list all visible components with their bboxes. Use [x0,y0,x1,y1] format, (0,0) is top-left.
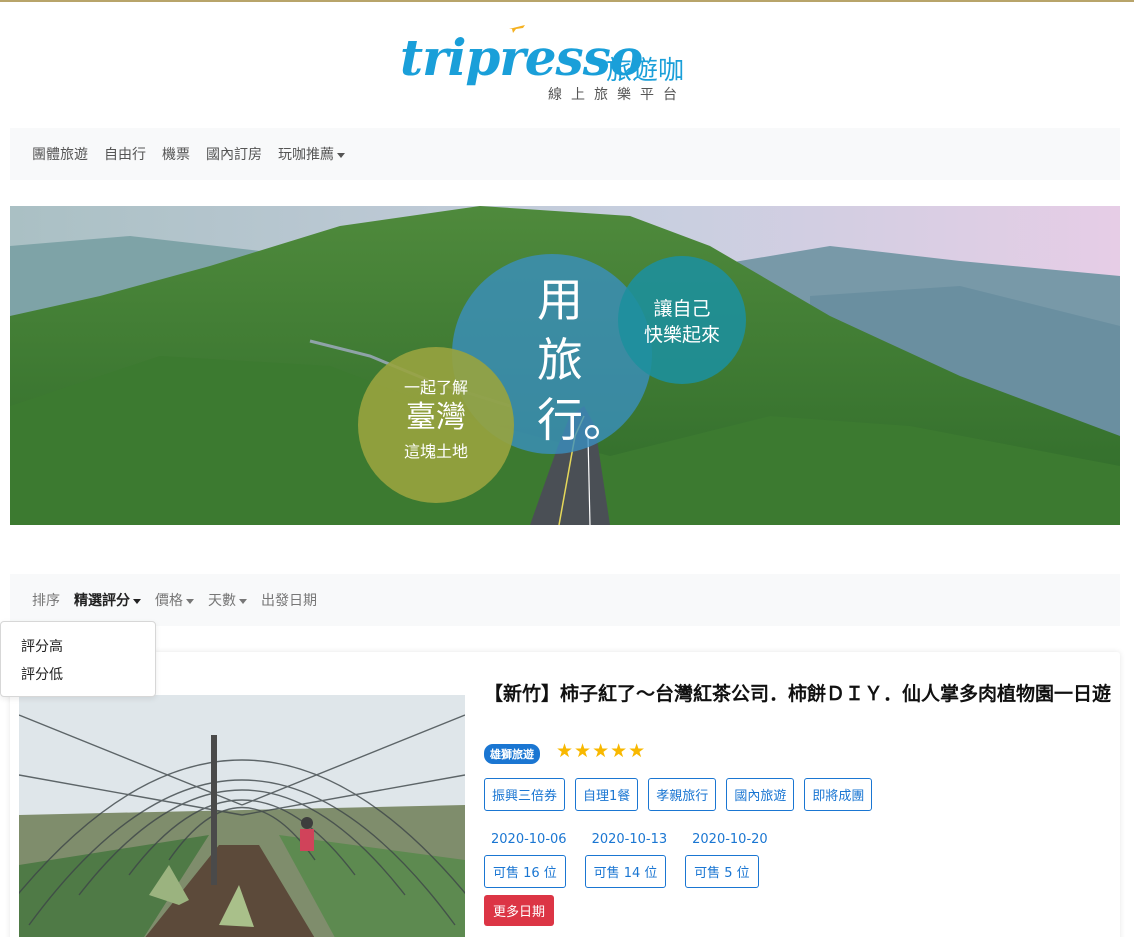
nav-item-group-tour[interactable]: 團體旅遊 [32,144,88,164]
departure-date: 2020-10-13 [591,832,668,847]
tag-meal[interactable]: 自理1餐 [575,778,639,811]
caret-down-icon [133,598,141,604]
tour-card[interactable]: 【新竹】柿子紅了～台灣紅茶公司．柿餅ＤＩＹ．仙人掌多肉植物園一日遊 雄獅旅遊 ★… [10,652,1120,937]
tour-image[interactable] [19,695,465,937]
banner-right-line1: 讓自己 [653,298,711,320]
sort-bar: 排序 精選評分 價格 天數 出發日期 [10,574,1120,626]
departure-date: 2020-10-20 [692,832,768,847]
rating-stars: ★★★★★ [556,740,647,762]
departure-date: 2020-10-06 [491,832,567,847]
caret-down-icon [239,598,247,604]
nav-item-independent[interactable]: 自由行 [104,144,146,164]
menu-item-rating-low[interactable]: 評分低 [1,660,155,688]
nav-item-flights[interactable]: 機票 [162,144,190,164]
banner-left-text: 一起了解 臺灣 這塊土地 [388,374,484,462]
hero-banner[interactable]: 用 旅 行。 讓自己 快樂起來 一起了解 臺灣 這塊土地 [10,206,1120,525]
availability-button[interactable]: 可售 5 位 [685,855,759,888]
banner-left-line3: 這塊土地 [403,442,468,461]
banner-left-line2: 臺灣 [406,400,466,435]
banner-main-char-2: 旅 [537,333,583,387]
date-option: 2020-10-20 可售 5 位 [685,832,768,888]
tour-tags: 振興三倍券 自理1餐 孝親旅行 國內旅遊 即將成團 [484,778,882,811]
rating-sort-menu: 評分高 評分低 [0,621,156,697]
sort-label: 排序 [32,593,60,609]
date-option: 2020-10-06 可售 16 位 [484,832,567,888]
date-option: 2020-10-13 可售 14 位 [584,832,668,888]
tour-title[interactable]: 【新竹】柿子紅了～台灣紅茶公司．柿餅ＤＩＹ．仙人掌多肉植物園一日遊 [484,682,1114,706]
nav-item-hotels[interactable]: 國內訂房 [206,144,262,164]
caret-down-icon [186,598,194,604]
availability-button[interactable]: 可售 16 位 [484,855,566,888]
more-dates-button[interactable]: 更多日期 [484,895,555,926]
top-accent-line [0,0,1134,2]
caret-down-icon [337,152,345,158]
agency-badge: 雄獅旅遊 [484,744,540,764]
sort-departure[interactable]: 出發日期 [261,590,317,610]
departure-dates: 2020-10-06 可售 16 位 2020-10-13 可售 14 位 20… [484,832,786,888]
banner-main-char-3: 行。 [537,393,629,447]
sort-price-dropdown[interactable]: 價格 [155,590,194,610]
nav-recommend-label: 玩咖推薦 [278,147,334,163]
menu-item-rating-high[interactable]: 評分高 [1,632,155,660]
tag-confirmed-soon[interactable]: 即將成團 [804,778,873,811]
banner-main-text: 用 旅 行。 [537,270,629,450]
availability-button[interactable]: 可售 14 位 [584,855,667,888]
site-logo[interactable]: tripresso 旅遊咖 線上旅樂平台 [400,22,700,108]
sort-rating-label: 精選評分 [74,593,130,609]
sort-days-label: 天數 [208,593,236,609]
logo-chinese-name: 旅遊咖 [606,56,685,86]
banner-right-line2: 快樂起來 [643,324,720,346]
nav-item-recommend-dropdown[interactable]: 玩咖推薦 [278,144,345,164]
greenhouse-photo [19,695,465,937]
sort-price-label: 價格 [155,593,183,609]
banner-right-text: 讓自己 快樂起來 [636,296,728,348]
tag-stimulus-voucher[interactable]: 振興三倍券 [484,778,566,811]
banner-main-char-1: 用 [537,273,583,327]
tag-family[interactable]: 孝親旅行 [648,778,717,811]
banner-left-line1: 一起了解 [403,378,468,397]
logo-tagline: 線上旅樂平台 [548,87,686,103]
main-navbar: 團體旅遊 自由行 機票 國內訂房 玩咖推薦 [10,128,1120,180]
tag-domestic[interactable]: 國內旅遊 [726,778,795,811]
sort-rating-dropdown[interactable]: 精選評分 [74,590,141,610]
sort-days-dropdown[interactable]: 天數 [208,590,247,610]
